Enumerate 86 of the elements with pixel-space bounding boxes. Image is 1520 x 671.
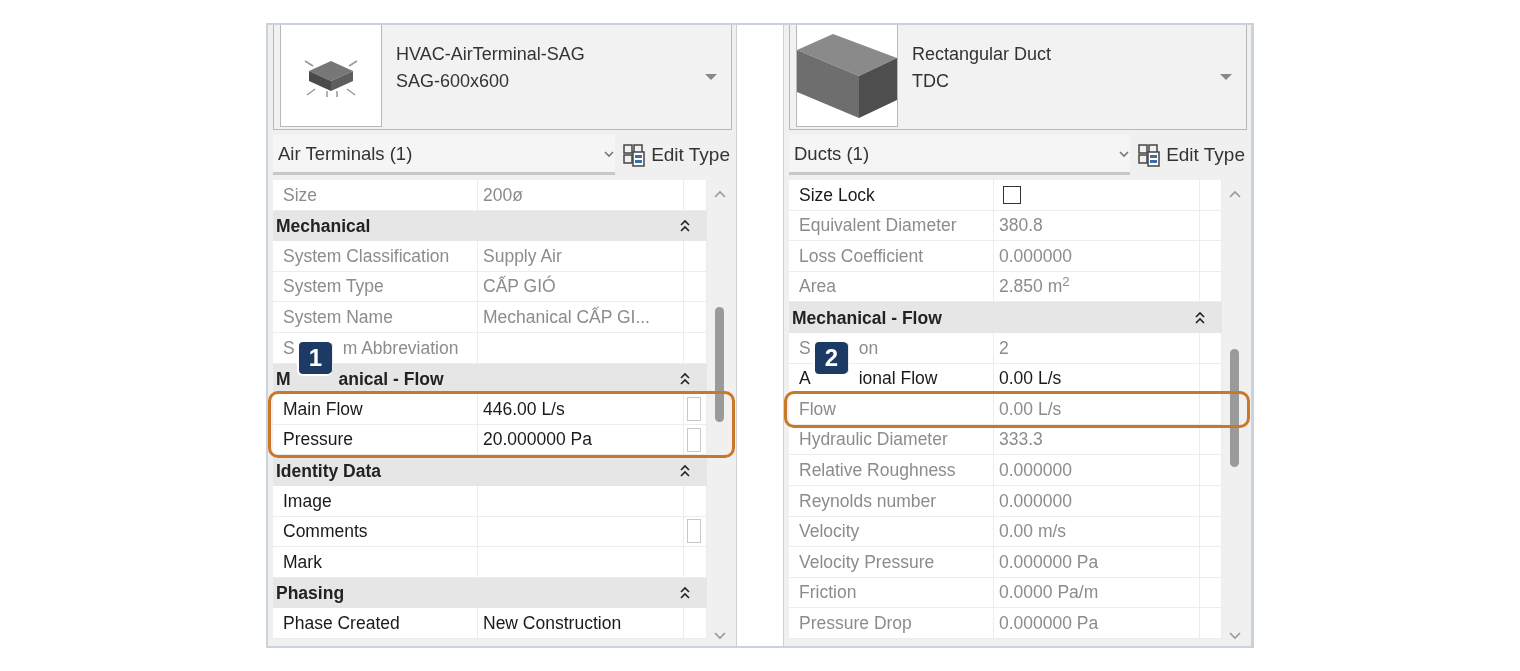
- property-value: 0.000000 Pa: [999, 612, 1099, 635]
- edit-type-button[interactable]: Edit Type: [615, 140, 732, 170]
- label-fragment: ional Flow: [858, 367, 938, 391]
- property-value: CẤP GIÓ: [483, 274, 556, 299]
- dropdown-caret-icon[interactable]: [1219, 72, 1233, 82]
- chevron-down-icon[interactable]: [603, 148, 616, 159]
- label-fragment: S: [799, 336, 811, 360]
- property-label: Flow: [799, 397, 836, 421]
- property-value: New Construction: [483, 612, 622, 635]
- property-value: 0.00 L/s: [999, 397, 1062, 421]
- chevron-down-icon[interactable]: [1118, 148, 1131, 159]
- type-selector[interactable]: Rectangular Duct TDC: [789, 25, 1247, 130]
- section-header[interactable]: Phasing: [276, 582, 345, 603]
- property-value: 0.000000: [999, 459, 1072, 482]
- property-label: Relative Roughness: [799, 459, 956, 482]
- property-label: Size Lock: [799, 183, 875, 207]
- label-fragment: anical - Flow: [338, 368, 444, 389]
- property-label: Friction: [799, 581, 857, 605]
- value-button[interactable]: [687, 427, 701, 452]
- property-label: Image: [283, 489, 332, 513]
- scroll-up-icon[interactable]: [712, 190, 727, 199]
- label-fragment: A: [799, 367, 811, 391]
- type-selector[interactable]: HVAC-AirTerminal-SAG SAG-600x600: [273, 25, 732, 130]
- value-button[interactable]: [687, 396, 701, 421]
- step-badge: 1: [297, 339, 333, 376]
- scrollbar-thumb[interactable]: [715, 307, 724, 422]
- collapse-icon[interactable]: [1194, 310, 1206, 325]
- collapse-icon[interactable]: [679, 463, 691, 478]
- property-value: 380.8: [999, 214, 1043, 238]
- dropdown-caret-icon[interactable]: [704, 72, 718, 82]
- collapse-icon[interactable]: [679, 371, 691, 386]
- scroll-down-icon[interactable]: [1227, 631, 1242, 640]
- category-dropdown[interactable]: Air Terminals (1): [273, 135, 616, 175]
- property-value: Supply Air: [483, 244, 562, 268]
- collapse-icon[interactable]: [679, 586, 691, 600]
- property-label: Pressure: [283, 428, 354, 452]
- property-value: 20.000000 Pa: [483, 428, 592, 452]
- property-label: Velocity Pressure: [799, 550, 935, 574]
- edit-type-button[interactable]: Edit Type: [1130, 140, 1247, 170]
- edit-type-icon: [623, 143, 646, 167]
- property-value: 333.3: [999, 428, 1043, 452]
- property-label: Loss Coefficient: [799, 244, 924, 268]
- property-label: Size: [283, 183, 318, 207]
- property-label: Mark: [283, 550, 322, 574]
- scroll-up-icon[interactable]: [1227, 190, 1242, 199]
- property-value: 0.000000: [999, 244, 1072, 268]
- section-header[interactable]: Mechanical: [276, 215, 371, 236]
- step-badge: 2: [813, 339, 849, 376]
- section-header[interactable]: Identity Data: [276, 460, 382, 481]
- label-fragment: m Abbreviation: [342, 336, 459, 360]
- property-value: 0.000000: [999, 489, 1072, 513]
- property-label: Pressure Drop: [799, 612, 912, 635]
- property-label: System Type: [283, 275, 384, 299]
- edit-type-icon: [1138, 143, 1161, 167]
- label-fragment: on: [858, 336, 879, 360]
- property-value: 200ø: [483, 183, 523, 207]
- property-value: 0.00 L/s: [999, 367, 1062, 391]
- property-value: 0.00 m/s: [999, 520, 1067, 544]
- family-name: HVAC-AirTerminal-SAG: [396, 43, 586, 66]
- label-fragment: S: [283, 336, 295, 360]
- property-value: Mechanical CẤP GI...: [483, 305, 650, 330]
- property-label: Main Flow: [283, 397, 363, 421]
- checkbox[interactable]: [1003, 185, 1021, 204]
- property-label: Equivalent Diameter: [799, 214, 957, 238]
- property-label: Comments: [283, 520, 368, 544]
- property-value: 0.0000 Pa/m: [999, 581, 1099, 605]
- type-name: TDC: [912, 70, 950, 93]
- property-label: System Name: [283, 306, 393, 330]
- scrollbar-thumb[interactable]: [1230, 349, 1239, 467]
- label-fragment: M: [276, 368, 291, 389]
- property-value: 2.850 m$^{2}$: [999, 273, 1070, 299]
- collapse-icon[interactable]: [679, 218, 691, 233]
- property-value: 446.00 L/s: [483, 397, 565, 421]
- scroll-down-icon[interactable]: [712, 631, 727, 640]
- property-label: System Classification: [283, 244, 450, 268]
- property-label: Reynolds number: [799, 489, 937, 513]
- type-name: SAG-600x600: [396, 70, 511, 93]
- property-label: Velocity: [799, 520, 860, 544]
- value-button[interactable]: [687, 519, 701, 544]
- property-label: Phase Created: [283, 612, 400, 635]
- property-label: Hydraulic Diameter: [799, 428, 948, 452]
- property-value: 2: [999, 336, 1009, 360]
- family-name: Rectangular Duct: [912, 43, 1053, 66]
- category-dropdown[interactable]: Ducts (1): [789, 135, 1131, 175]
- property-label: Area: [799, 275, 836, 299]
- property-value: 0.000000 Pa: [999, 550, 1099, 574]
